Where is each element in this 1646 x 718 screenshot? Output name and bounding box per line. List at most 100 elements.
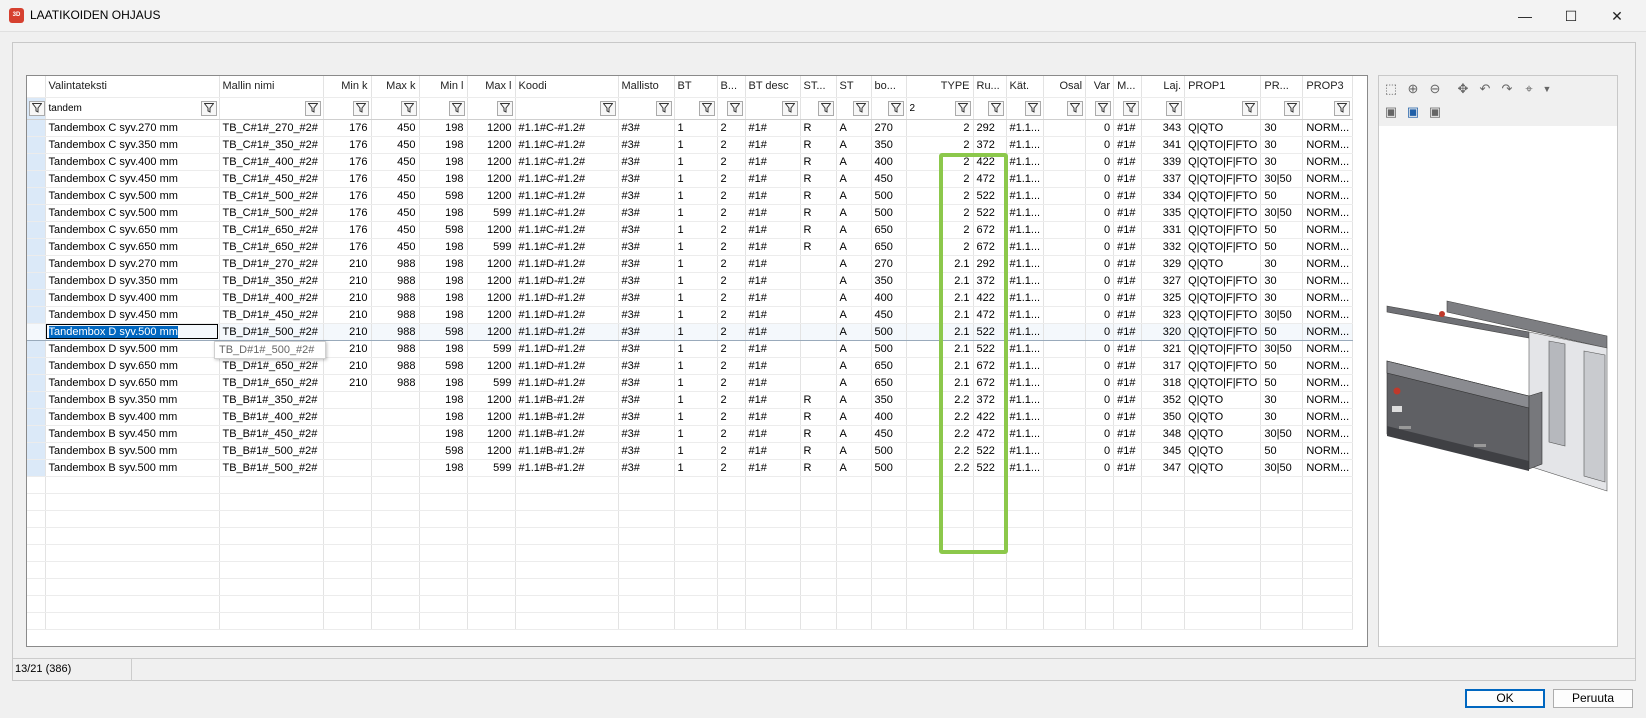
cell-koodi[interactable]: #1.1#C-#1.2#: [515, 221, 619, 239]
table-row[interactable]: Tandembox C syv.350 mm TB_C#1#_350_#2# 176…: [27, 136, 1354, 154]
cell-prop3[interactable]: NORM...: [1302, 255, 1354, 273]
cell-max_l[interactable]: 1200: [467, 153, 516, 171]
filter-cell-pr[interactable]: [1260, 97, 1304, 120]
chevron-down-icon[interactable]: ▼: [1539, 81, 1555, 97]
cell-mallin_nimi[interactable]: TB_D#1#_400_#2#: [219, 289, 324, 307]
cell-min_l[interactable]: 198: [419, 136, 468, 154]
row-selector[interactable]: [27, 170, 46, 188]
cell-mallin_nimi[interactable]: TB_C#1#_400_#2#: [219, 153, 324, 171]
cell-max_k[interactable]: 988: [371, 306, 420, 324]
table-row[interactable]: Tandembox B syv.500 mm TB_B#1#_500_#2# 598…: [27, 442, 1354, 460]
cell-prop1[interactable]: Q|QTO|F|FTO: [1184, 357, 1262, 375]
row-selector[interactable]: [27, 322, 46, 341]
cell-mallisto[interactable]: #3#: [618, 391, 675, 409]
cell-prop3[interactable]: NORM...: [1302, 272, 1354, 290]
row-selector[interactable]: [27, 204, 46, 222]
cell-laj[interactable]: 323: [1141, 306, 1186, 324]
filter-cell-ru[interactable]: [973, 97, 1007, 120]
close-button[interactable]: ✕: [1594, 0, 1640, 32]
cell-m[interactable]: #1#: [1113, 238, 1143, 256]
copy-icon[interactable]: ▣: [1405, 104, 1421, 120]
cell-bt_desc[interactable]: #1#: [745, 391, 801, 409]
cell-b[interactable]: 2: [717, 374, 746, 392]
row-selector[interactable]: [27, 153, 46, 171]
cell-koodi[interactable]: #1.1#D-#1.2#: [515, 322, 619, 341]
cell-koodi[interactable]: #1.1#B-#1.2#: [515, 459, 619, 477]
cell-max_l[interactable]: 1200: [467, 289, 516, 307]
cell-pr[interactable]: 50: [1260, 357, 1304, 375]
cell-prop3[interactable]: NORM...: [1302, 187, 1354, 205]
cell-min_k[interactable]: [323, 408, 372, 426]
cell-st1[interactable]: R: [800, 459, 837, 477]
table-row[interactable]: Tandembox D syv.400 mm TB_D#1#_400_#2# 210…: [27, 289, 1354, 307]
cell-max_k[interactable]: 450: [371, 153, 420, 171]
cell-var[interactable]: 0: [1085, 357, 1115, 375]
cell-bo[interactable]: 500: [871, 340, 907, 358]
filter-cell-var[interactable]: [1085, 97, 1115, 120]
column-header-max_l[interactable]: Max l: [467, 76, 516, 98]
cell-min_l[interactable]: 198: [419, 119, 468, 137]
cell-kat[interactable]: #1.1...: [1006, 255, 1045, 273]
cell-type[interactable]: 2.2: [906, 442, 974, 460]
cell-min_l[interactable]: 198: [419, 306, 468, 324]
table-row[interactable]: Tandembox B syv.400 mm TB_B#1#_400_#2# 198…: [27, 408, 1354, 426]
column-header-koodi[interactable]: Koodi: [515, 76, 619, 98]
cell-var[interactable]: 0: [1085, 374, 1115, 392]
cell-b[interactable]: 2: [717, 425, 746, 443]
cell-max_l[interactable]: 1200: [467, 425, 516, 443]
cell-osal[interactable]: [1043, 187, 1087, 205]
cell-m[interactable]: #1#: [1113, 187, 1143, 205]
cell-st[interactable]: A: [836, 221, 872, 239]
cell-pr[interactable]: 30: [1260, 136, 1304, 154]
row-selector[interactable]: [27, 187, 46, 205]
column-header-st[interactable]: ST: [836, 76, 872, 98]
filter-cell-bo[interactable]: [871, 97, 907, 120]
cell-pr[interactable]: 30|50: [1260, 306, 1304, 324]
cell-koodi[interactable]: #1.1#C-#1.2#: [515, 204, 619, 222]
cell-koodi[interactable]: #1.1#D-#1.2#: [515, 255, 619, 273]
cell-mallisto[interactable]: #3#: [618, 322, 675, 341]
cell-ru[interactable]: 522: [973, 459, 1007, 477]
cell-max_l[interactable]: 1200: [467, 170, 516, 188]
cell-bo[interactable]: 400: [871, 408, 907, 426]
cell-kat[interactable]: #1.1...: [1006, 408, 1045, 426]
cell-pr[interactable]: 50: [1260, 374, 1304, 392]
cell-b[interactable]: 2: [717, 340, 746, 358]
cell-min_l[interactable]: 598: [419, 221, 468, 239]
column-header-mallisto[interactable]: Mallisto: [618, 76, 675, 98]
cell-prop3[interactable]: NORM...: [1302, 119, 1354, 137]
cell-ru[interactable]: 422: [973, 153, 1007, 171]
cell-min_l[interactable]: 198: [419, 272, 468, 290]
cell-valintateksti[interactable]: Tandembox D syv.270 mm: [45, 255, 220, 273]
table-row[interactable]: Tandembox D syv.650 mm TB_D#1#_650_#2# 210…: [27, 357, 1354, 375]
cell-ru[interactable]: 672: [973, 357, 1007, 375]
rotate-right-icon[interactable]: ↷: [1499, 81, 1515, 97]
cell-st[interactable]: A: [836, 136, 872, 154]
cell-type[interactable]: 2: [906, 238, 974, 256]
cell-mallin_nimi[interactable]: TB_D#1#_650_#2#: [219, 374, 324, 392]
cell-prop3[interactable]: NORM...: [1302, 408, 1354, 426]
cell-b[interactable]: 2: [717, 289, 746, 307]
cell-prop1[interactable]: Q|QTO|F|FTO: [1184, 340, 1262, 358]
cell-min_k[interactable]: 176: [323, 170, 372, 188]
cell-var[interactable]: 0: [1085, 442, 1115, 460]
cell-osal[interactable]: [1043, 119, 1087, 137]
table-row[interactable]: Tandembox C syv.650 mm TB_C#1#_650_#2# 176…: [27, 238, 1354, 256]
column-header-bo[interactable]: bo...: [871, 76, 907, 98]
cell-m[interactable]: #1#: [1113, 425, 1143, 443]
filter-cell-min_l[interactable]: [419, 97, 468, 120]
cell-ru[interactable]: 292: [973, 119, 1007, 137]
cell-valintateksti[interactable]: Tandembox C syv.350 mm: [45, 136, 220, 154]
cell-mallin_nimi[interactable]: TB_D#1#_650_#2#: [219, 357, 324, 375]
cell-pr[interactable]: 30: [1260, 289, 1304, 307]
cell-kat[interactable]: #1.1...: [1006, 442, 1045, 460]
cell-st[interactable]: A: [836, 391, 872, 409]
table-row[interactable]: Tandembox C syv.450 mm TB_C#1#_450_#2# 176…: [27, 170, 1354, 188]
cell-prop1[interactable]: Q|QTO|F|FTO: [1184, 374, 1262, 392]
row-selector[interactable]: [27, 442, 46, 460]
cell-kat[interactable]: #1.1...: [1006, 340, 1045, 358]
cell-mallin_nimi[interactable]: TB_C#1#_500_#2#: [219, 187, 324, 205]
cell-type[interactable]: 2.1: [906, 340, 974, 358]
cell-mallisto[interactable]: #3#: [618, 170, 675, 188]
table-row[interactable]: Tandembox C syv.500 mm TB_C#1#_500_#2# 176…: [27, 204, 1354, 222]
